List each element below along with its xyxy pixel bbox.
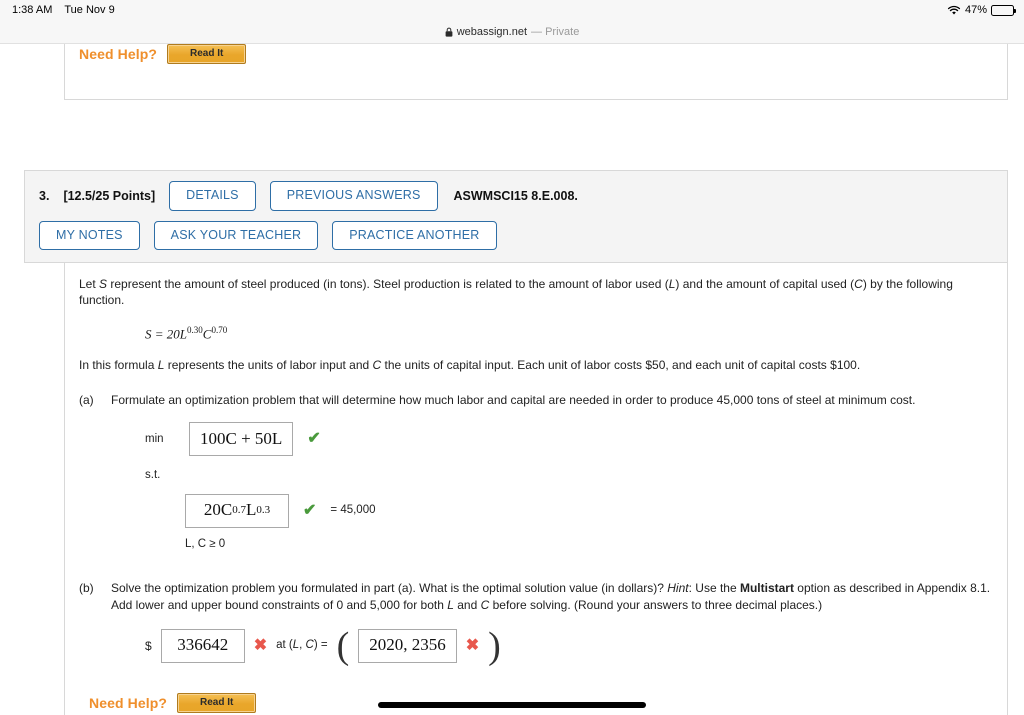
part-b-var-l: L xyxy=(447,597,454,612)
intro-text-2: represent the amount of steel produced (… xyxy=(107,277,669,291)
part-b-text-2: : Use the xyxy=(688,581,740,596)
nonnegativity-bounds: L, C ≥ 0 xyxy=(185,537,226,550)
need-help-label: Need Help? xyxy=(79,46,158,62)
read-it-button[interactable]: Read It xyxy=(167,44,247,64)
intro-var-s: S xyxy=(99,277,108,291)
status-bar-left: 1:38 AM Tue Nov 9 xyxy=(12,4,115,16)
optimal-value-incorrect-icon: ✖ xyxy=(253,636,268,654)
constraint-rhs: = 45,000 xyxy=(330,504,376,517)
my-notes-button[interactable]: MY NOTES xyxy=(39,220,140,250)
part-b-text-5: before solving. (Round your answers to t… xyxy=(489,597,823,612)
part-a-text: Formulate an optimization problem that w… xyxy=(111,393,916,408)
browser-url-bar[interactable]: webassign.net — Private xyxy=(0,20,1024,44)
close-paren: ) xyxy=(488,624,501,667)
part-b-hint-label: Hint xyxy=(667,581,689,596)
objective-row: min 100C + 50L ✔ xyxy=(145,422,991,457)
formula-lhs: S xyxy=(145,326,152,342)
ios-status-bar: 1:38 AM Tue Nov 9 47% xyxy=(0,0,1024,20)
min-label: min xyxy=(145,432,164,445)
optimization-model: min 100C + 50L ✔ s.t. 20 C 0.7 L 0.3 ✔ = 45,… xyxy=(145,422,991,552)
at-text-3: ) = xyxy=(313,639,328,652)
formula-base-l: L xyxy=(179,326,188,342)
formula-exponent-l: 0.30 xyxy=(187,324,203,335)
battery-percent-label: 47% xyxy=(964,4,987,16)
url-private-label: — Private xyxy=(531,25,580,38)
question-number: 3. xyxy=(39,188,50,203)
at-var-c: C xyxy=(305,639,314,652)
intro-text-3: ) and the amount of capital used ( xyxy=(675,277,855,291)
home-indicator[interactable] xyxy=(378,702,646,708)
part-b: (b) Solve the optimization problem you f… xyxy=(79,580,991,667)
cost-text-2: represents the units of labor input and xyxy=(164,358,373,373)
optimal-point-incorrect-icon: ✖ xyxy=(465,636,480,654)
part-b-body: Solve the optimization problem you formu… xyxy=(111,580,991,667)
formula-equals: = xyxy=(154,326,164,342)
cost-paragraph: In this formula L represents the units o… xyxy=(79,358,991,374)
part-b-text-4: and xyxy=(453,597,481,612)
question-code: ASWMSCI15 8.E.008. xyxy=(453,188,578,203)
wifi-icon xyxy=(947,5,961,16)
objective-function-input[interactable]: 100C + 50L xyxy=(189,422,294,457)
constraint-base-c: C xyxy=(220,500,233,520)
part-a-tag: (a) xyxy=(79,393,94,408)
question-points: [12.5/25 Points] xyxy=(63,188,156,203)
constraint-coefficient: 20 xyxy=(203,500,221,520)
optimal-value-input[interactable]: 336642 xyxy=(160,628,245,663)
cost-var-c: C xyxy=(372,358,382,373)
dollar-sign: $ xyxy=(145,638,152,653)
part-b-answer-row: $ 336642 ✖ at (L, C) = ( 2020, 2356 ✖ ) xyxy=(145,624,991,667)
lock-icon xyxy=(445,27,453,37)
constraint-exponent-l: 0.3 xyxy=(256,504,271,517)
intro-text-1: Let xyxy=(79,277,100,291)
constraint-exponent-c: 0.7 xyxy=(232,504,246,517)
cost-text-3: the units of capital input. Each unit of… xyxy=(381,358,861,373)
constraint-row: 20 C 0.7 L 0.3 ✔ = 45,000 xyxy=(185,493,991,528)
part-a-body: Formulate an optimization problem that w… xyxy=(111,392,991,552)
cost-text-1: In this formula xyxy=(79,358,158,373)
part-b-text-1: Solve the optimization problem you formu… xyxy=(111,581,668,596)
question-3-body: Let S represent the amount of steel prod… xyxy=(64,263,1008,715)
part-a: (a) Formulate an optimization problem th… xyxy=(79,392,991,552)
need-help-row-top: Need Help? Read It xyxy=(79,44,991,64)
clock-date: Tue Nov 9 xyxy=(64,4,115,16)
intro-var-c: C xyxy=(854,277,863,291)
formula-coefficient: 20 xyxy=(166,326,180,342)
subject-to-label: s.t. xyxy=(145,469,161,482)
question-3-card: 3. [12.5/25 Points] DETAILS PREVIOUS ANS… xyxy=(24,170,1008,715)
details-button[interactable]: DETAILS xyxy=(169,181,256,211)
assignment-page: Need Help? Read It 3. [12.5/25 Points] D… xyxy=(0,44,1024,715)
objective-correct-icon: ✔ xyxy=(307,430,321,448)
practice-another-button[interactable]: PRACTICE ANOTHER xyxy=(332,220,497,250)
previous-answers-button[interactable]: PREVIOUS ANSWERS xyxy=(269,181,438,211)
part-b-var-c: C xyxy=(480,597,490,612)
url-domain: webassign.net xyxy=(456,25,528,38)
intro-paragraph: Let S represent the amount of steel prod… xyxy=(79,277,991,309)
production-function-formula: S = 20L0.30C0.70 xyxy=(145,325,991,342)
read-it-button-bottom[interactable]: Read It xyxy=(177,692,257,713)
at-text-1: at ( xyxy=(276,639,293,652)
question-3-header: 3. [12.5/25 Points] DETAILS PREVIOUS ANS… xyxy=(24,170,1008,263)
question-header-row-2: MY NOTES ASK YOUR TEACHER PRACTICE ANOTH… xyxy=(39,220,993,250)
previous-question-card: Need Help? Read It xyxy=(24,44,1008,100)
previous-question-body: Need Help? Read It xyxy=(64,44,1008,100)
battery-icon xyxy=(991,4,1016,16)
formula-exponent-c: 0.70 xyxy=(211,324,228,335)
constraint-correct-icon: ✔ xyxy=(303,501,317,519)
question-header-row-1: 3. [12.5/25 Points] DETAILS PREVIOUS ANS… xyxy=(39,181,993,211)
clock-time: 1:38 AM xyxy=(12,4,53,16)
status-bar-right: 47% xyxy=(947,0,1016,20)
optimal-point-input[interactable]: 2020, 2356 xyxy=(358,628,457,663)
need-help-label-bottom: Need Help? xyxy=(89,694,168,711)
constraint-input[interactable]: 20 C 0.7 L 0.3 xyxy=(185,493,289,528)
open-paren: ( xyxy=(336,624,350,667)
multistart-keyword: Multistart xyxy=(739,581,794,596)
ask-your-teacher-button[interactable]: ASK YOUR TEACHER xyxy=(153,220,319,250)
part-b-tag: (b) xyxy=(79,581,94,596)
constraint-base-l: L xyxy=(245,500,257,520)
at-point-label: at (L, C) = xyxy=(276,638,327,654)
